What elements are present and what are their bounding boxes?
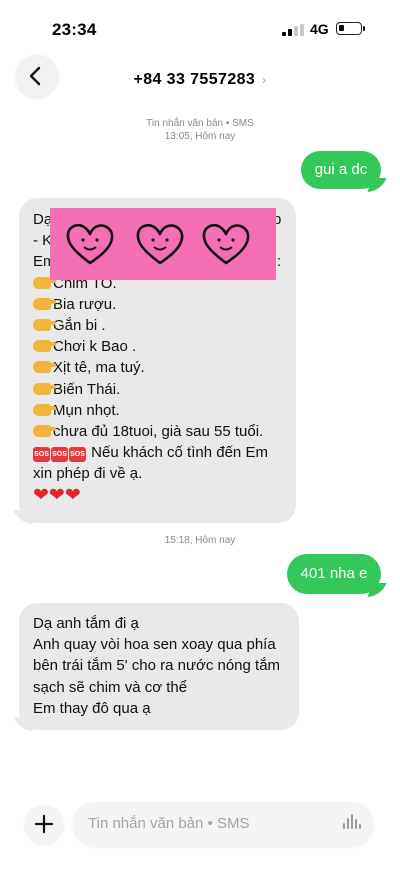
- pointing-hand-icon: [33, 340, 56, 353]
- pointing-hand-icon: [33, 382, 56, 395]
- message-line: Biến Thái.: [33, 379, 282, 400]
- heart-face-icon: [136, 223, 184, 265]
- sos-icon: SOS: [51, 447, 68, 463]
- conversation-meta: Tin nhắn văn bản • SMS 13:05, Hôm nay: [0, 117, 400, 143]
- message-line: chưa đủ 18tuoi, già sau 55 tuổi.: [33, 421, 282, 442]
- message-line: bên trái tắm 5' cho ra nước nóng tắm: [33, 657, 281, 675]
- censor-overlay: [50, 208, 276, 280]
- message-line: Xịt tê, ma tuý.: [33, 357, 282, 378]
- message-line: Dạ anh tắm đi ạ: [33, 615, 139, 632]
- outgoing-message[interactable]: 401 nha e: [287, 554, 381, 594]
- message-text: 401 nha e: [300, 565, 368, 582]
- message-line: sạch sẽ chim và cơ thể: [33, 678, 188, 696]
- message-type-label: Tin nhắn văn bản • SMS: [146, 118, 254, 129]
- pointing-hand-icon: [33, 319, 56, 332]
- message-text: gui a dc: [314, 161, 368, 178]
- timestamp: 15:18, Hôm nay: [164, 535, 236, 546]
- message-line: Chơi k Bao .: [33, 336, 282, 357]
- message-line: Anh quay vòi hoa sen xoay qua phía: [33, 636, 276, 654]
- message-line: xin phép đi về ạ.: [33, 465, 143, 483]
- waveform-icon[interactable]: [343, 814, 361, 833]
- network-type: 4G: [310, 21, 329, 37]
- chevron-right-icon: ›: [262, 73, 267, 87]
- message-line: Em thay đô qua ạ: [33, 699, 151, 717]
- sos-icon: SOS: [33, 447, 50, 463]
- contact-number: +84 33 7557283: [133, 71, 256, 88]
- timestamp: 13:05, Hôm nay: [164, 131, 236, 142]
- sos-icon: SOS: [69, 447, 86, 463]
- heart-face-icon: [66, 223, 114, 265]
- status-time: 23:34: [52, 20, 97, 39]
- signal-icon: [282, 24, 304, 36]
- pointing-hand-icon: [33, 403, 56, 416]
- pointing-hand-icon: [33, 361, 56, 374]
- message-line: Bia rượu.: [33, 294, 282, 315]
- add-attachment-button[interactable]: [25, 805, 63, 843]
- heart-face-icon: [202, 223, 250, 265]
- pointing-hand-icon: [33, 276, 56, 289]
- message-line: Mụn nhọt.: [33, 400, 282, 421]
- contact-title[interactable]: +84 33 7557283 ›: [0, 71, 400, 89]
- outgoing-message[interactable]: gui a dc: [301, 151, 381, 189]
- message-input-placeholder: Tin nhắn văn bản • SMS: [88, 815, 250, 832]
- pointing-hand-icon: [33, 297, 56, 310]
- message-input[interactable]: Tin nhắn văn bản • SMS: [73, 802, 373, 846]
- message-line: SOS SOS SOS Nếu khách cố tình đến Em: [33, 444, 268, 463]
- pointing-hand-icon: [33, 425, 56, 438]
- incoming-message[interactable]: Dạ anh tắm đi ạ Anh quay vòi hoa sen xoa…: [19, 603, 299, 730]
- battery-icon: [336, 22, 362, 35]
- plus-icon: [34, 814, 54, 834]
- status-bar: 23:34 4G: [0, 0, 400, 52]
- hearts-line: ❤❤❤: [33, 484, 81, 506]
- message-line: Gắn bi .: [33, 315, 282, 336]
